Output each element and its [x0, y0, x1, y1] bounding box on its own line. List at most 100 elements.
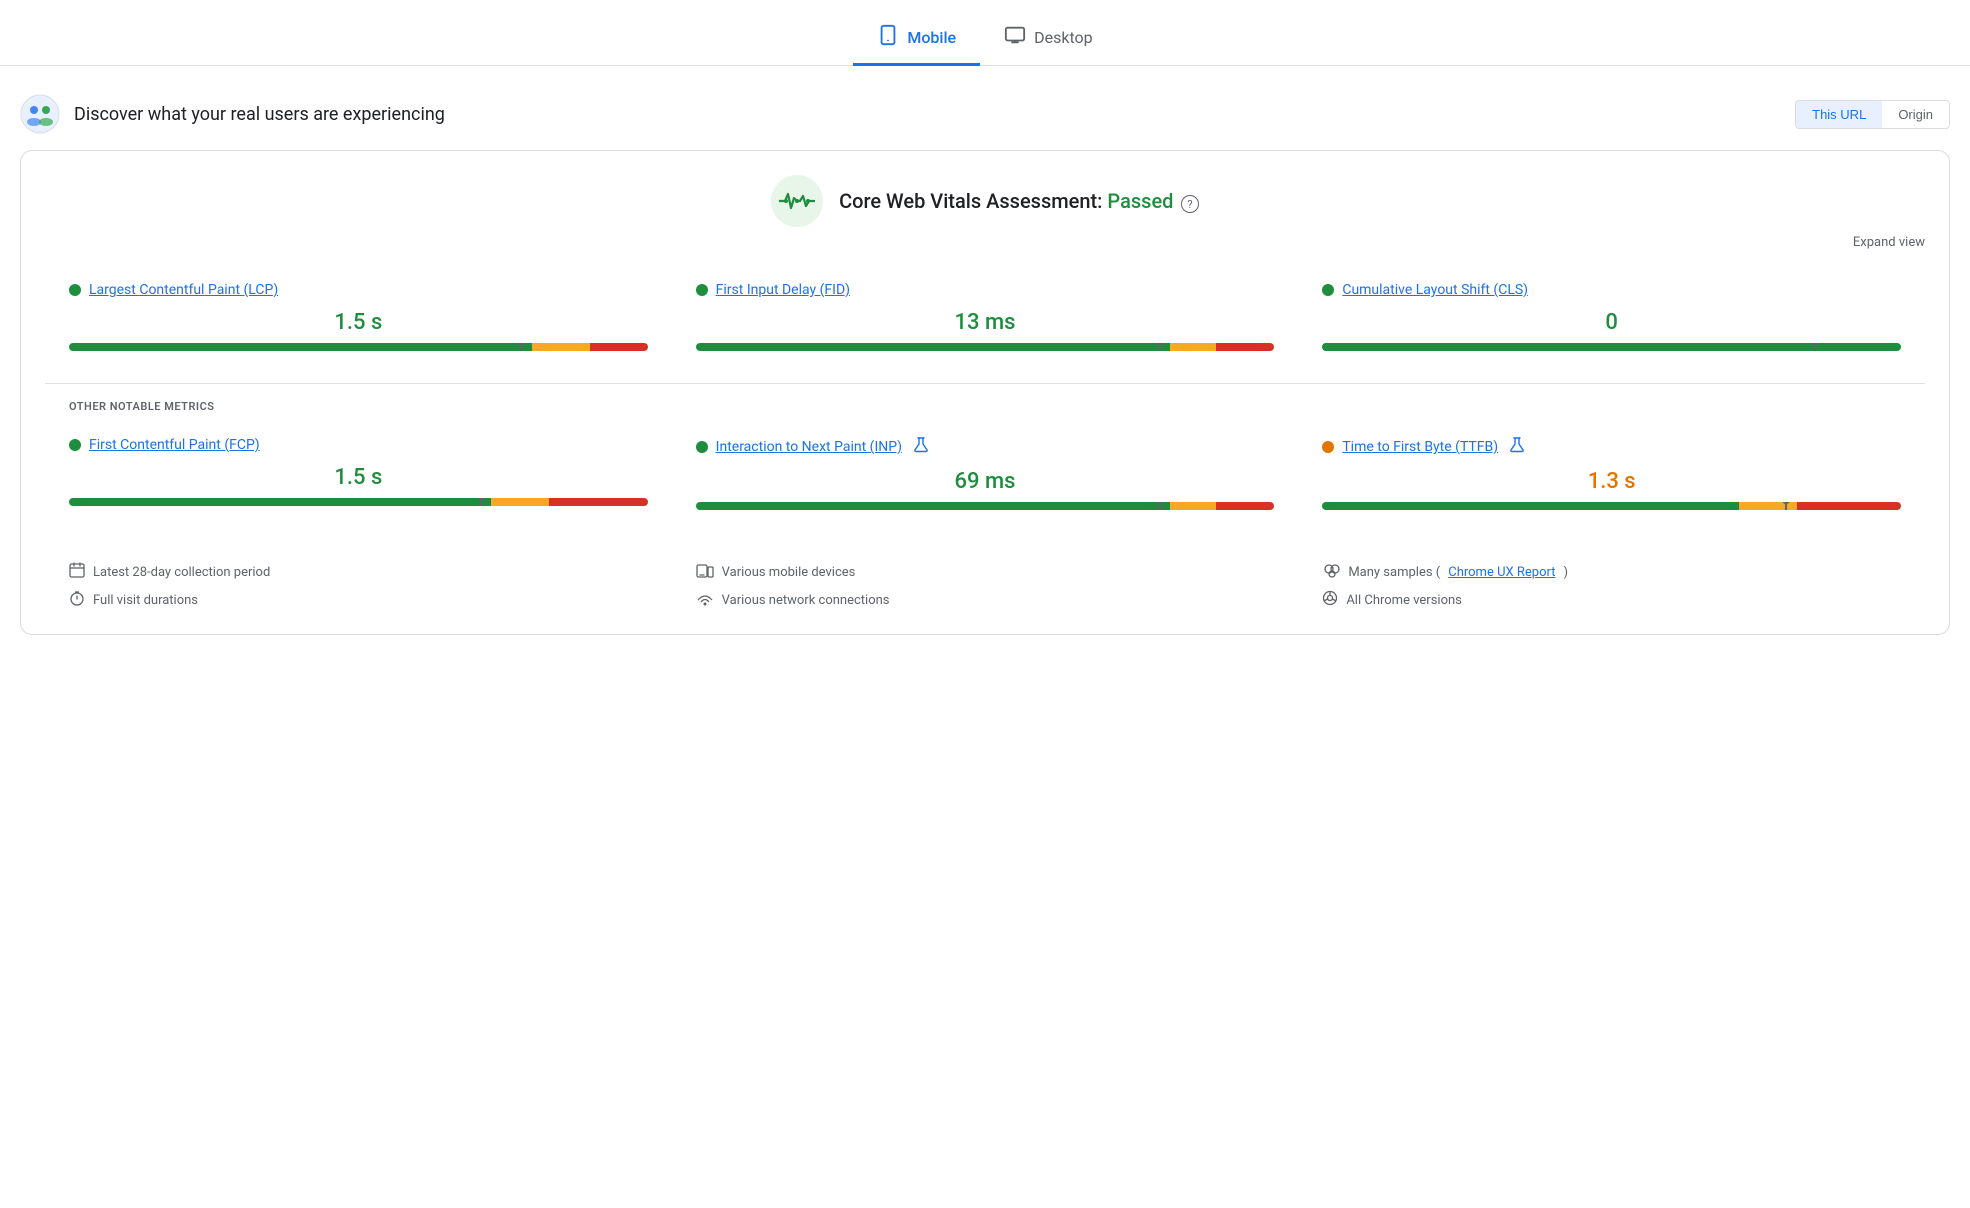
ttfb-bar-marker	[1785, 502, 1787, 510]
fid-label-row: First Input Delay (FID)	[696, 282, 1275, 298]
fid-value: 13 ms	[696, 310, 1275, 335]
footer-item-samples: Many samples ( Chrome UX Report)	[1322, 562, 1901, 582]
chrome-versions-icon	[1322, 590, 1338, 610]
fcp-bar-marker	[480, 498, 482, 506]
lcp-value: 1.5 s	[69, 310, 648, 335]
footer-col-2: Various mobile devices Various network c…	[672, 562, 1299, 610]
cls-value: 0	[1322, 310, 1901, 335]
cwv-icon-wrap	[771, 175, 823, 227]
mobile-tab-label: Mobile	[907, 28, 956, 47]
metric-fcp: First Contentful Paint (FCP) 1.5 s	[45, 421, 672, 526]
footer-col-3: Many samples ( Chrome UX Report) All Chro…	[1298, 562, 1925, 610]
mobile-devices-icon	[696, 562, 714, 582]
fcp-dot	[69, 439, 81, 451]
inp-bar-orange	[1170, 502, 1216, 510]
metric-cls: Cumulative Layout Shift (CLS) 0	[1298, 266, 1925, 367]
main-card: Core Web Vitals Assessment: Passed ? Exp…	[20, 150, 1950, 635]
lcp-name[interactable]: Largest Contentful Paint (LCP)	[89, 282, 278, 298]
tab-bar: Mobile Desktop	[0, 0, 1970, 66]
tab-desktop[interactable]: Desktop	[980, 12, 1117, 66]
footer-network-text: Various network connections	[722, 593, 890, 608]
mobile-icon	[877, 24, 899, 51]
inp-label-row: Interaction to Next Paint (INP)	[696, 437, 1275, 457]
footer-samples-text: Many samples (	[1348, 565, 1440, 580]
footer-visit-text: Full visit durations	[93, 593, 198, 608]
ttfb-bar-green	[1322, 502, 1739, 510]
desktop-tab-label: Desktop	[1034, 28, 1093, 47]
fcp-bar-green	[69, 498, 491, 506]
fid-name[interactable]: First Input Delay (FID)	[716, 282, 850, 298]
fcp-bar-orange	[491, 498, 549, 506]
lcp-bar	[69, 343, 648, 351]
fid-bar-orange	[1170, 343, 1216, 351]
fid-bar-red	[1216, 343, 1274, 351]
lcp-bar-green	[69, 343, 532, 351]
inp-bar	[696, 502, 1275, 510]
metric-inp: Interaction to Next Paint (INP) 69 ms	[672, 421, 1299, 526]
cls-label-row: Cumulative Layout Shift (CLS)	[1322, 282, 1901, 298]
lcp-dot	[69, 284, 81, 296]
cwv-help-icon[interactable]: ?	[1181, 195, 1199, 213]
fcp-bar	[69, 498, 648, 506]
ttfb-label-row: Time to First Byte (TTFB)	[1322, 437, 1901, 457]
metric-fid: First Input Delay (FID) 13 ms	[672, 266, 1299, 367]
inp-bar-red	[1216, 502, 1274, 510]
fid-bar-marker	[1159, 343, 1161, 351]
header-row: Discover what your real users are experi…	[0, 86, 1970, 150]
footer-item-network: Various network connections	[696, 590, 1275, 610]
primary-metrics-grid: Largest Contentful Paint (LCP) 1.5 s Fir…	[45, 266, 1925, 367]
inp-bar-marker	[1159, 502, 1161, 510]
fcp-value: 1.5 s	[69, 465, 648, 490]
footer-item-collection: Latest 28-day collection period	[69, 562, 648, 582]
inp-name[interactable]: Interaction to Next Paint (INP)	[716, 439, 902, 455]
ttfb-lab-icon	[1510, 437, 1524, 457]
network-icon	[696, 590, 714, 610]
pulse-icon	[779, 190, 815, 212]
cls-bar	[1322, 343, 1901, 351]
cwv-assessment-prefix: Core Web Vitals Assessment:	[839, 189, 1107, 213]
tab-mobile[interactable]: Mobile	[853, 12, 980, 66]
chrome-ux-report-link[interactable]: Chrome UX Report	[1448, 565, 1555, 580]
lcp-bar-orange	[532, 343, 590, 351]
ttfb-bar-red	[1797, 502, 1901, 510]
section-divider	[45, 383, 1925, 384]
origin-button[interactable]: Origin	[1882, 101, 1949, 128]
header-left: Discover what your real users are experi…	[20, 94, 445, 134]
fcp-label-row: First Contentful Paint (FCP)	[69, 437, 648, 453]
footer-item-devices: Various mobile devices	[696, 562, 1275, 582]
inp-bar-green	[696, 502, 1171, 510]
header-title: Discover what your real users are experi…	[74, 104, 445, 125]
lcp-label-row: Largest Contentful Paint (LCP)	[69, 282, 648, 298]
cls-name[interactable]: Cumulative Layout Shift (CLS)	[1342, 282, 1528, 298]
url-origin-toggle: This URL Origin	[1795, 100, 1950, 129]
ttfb-bar	[1322, 502, 1901, 510]
cwv-header: Core Web Vitals Assessment: Passed ?	[45, 175, 1925, 227]
cwv-assessment-status: Passed	[1107, 189, 1173, 213]
this-url-button[interactable]: This URL	[1796, 101, 1882, 128]
cls-dot	[1322, 284, 1334, 296]
footer-item-chrome: All Chrome versions	[1322, 590, 1901, 610]
calendar-icon	[69, 562, 85, 582]
cwv-title: Core Web Vitals Assessment: Passed ?	[839, 189, 1199, 214]
footer-devices-text: Various mobile devices	[722, 565, 856, 580]
metric-lcp: Largest Contentful Paint (LCP) 1.5 s	[45, 266, 672, 367]
other-metrics-label: OTHER NOTABLE METRICS	[45, 400, 1925, 413]
secondary-metrics-grid: First Contentful Paint (FCP) 1.5 s Inter…	[45, 421, 1925, 526]
fid-dot	[696, 284, 708, 296]
real-users-icon	[20, 94, 60, 134]
fcp-name[interactable]: First Contentful Paint (FCP)	[89, 437, 260, 453]
inp-dot	[696, 441, 708, 453]
ttfb-value: 1.3 s	[1322, 469, 1901, 494]
footer-chrome-text: All Chrome versions	[1346, 593, 1462, 608]
ttfb-name[interactable]: Time to First Byte (TTFB)	[1342, 439, 1498, 455]
timer-icon	[69, 590, 85, 610]
footer-col-1: Latest 28-day collection period Full vis…	[45, 562, 672, 610]
expand-view[interactable]: Expand view	[45, 235, 1925, 250]
footer-samples-suffix: )	[1563, 565, 1568, 580]
cls-bar-marker	[1814, 343, 1816, 351]
desktop-icon	[1004, 24, 1026, 51]
footer-item-visit: Full visit durations	[69, 590, 648, 610]
fid-bar	[696, 343, 1275, 351]
lcp-bar-red	[590, 343, 648, 351]
footer-row: Latest 28-day collection period Full vis…	[45, 546, 1925, 610]
